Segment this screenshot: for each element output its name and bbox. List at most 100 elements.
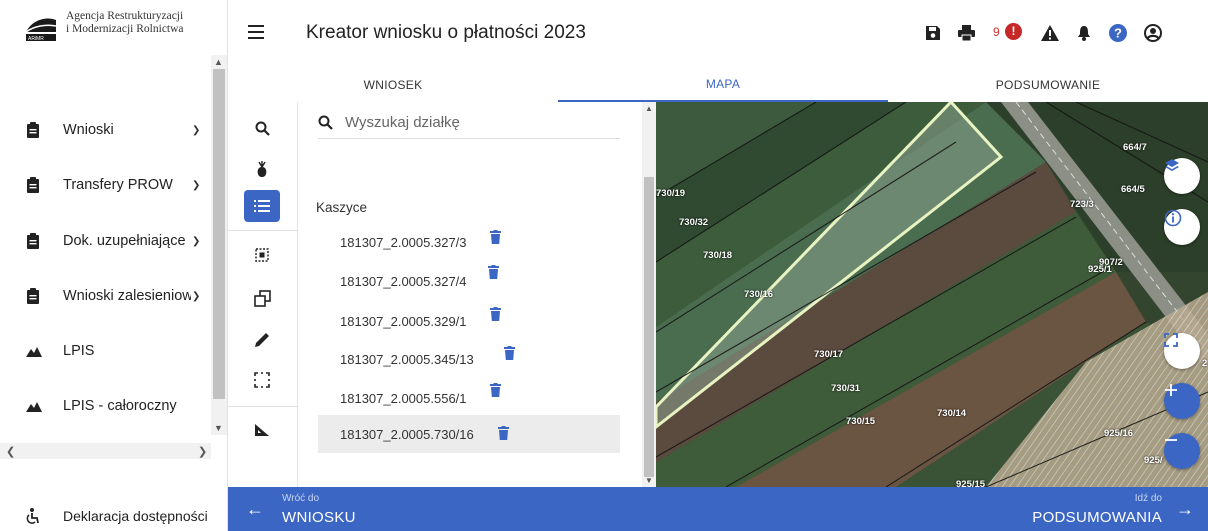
toolbar-divider xyxy=(228,406,298,407)
arrow-left-icon: ← xyxy=(246,499,264,519)
panel-scrollbar[interactable]: ▲ ▼ xyxy=(642,102,656,487)
error-icon[interactable]: ! xyxy=(1005,23,1022,40)
parcel-row[interactable]: 181307_2.0005.556/1 xyxy=(318,380,620,416)
sidebar-item-lpis-caloroczny[interactable]: LPIS - całoroczny xyxy=(0,386,210,426)
agency-logo[interactable]: ARiMR Agencja Restrukturyzacji i Moderni… xyxy=(24,10,184,44)
sidebar-vertical-scrollbar[interactable]: ▲ ▼ xyxy=(211,55,227,435)
hamburger-menu-icon[interactable] xyxy=(248,25,264,39)
zoom-out-icon xyxy=(1165,439,1177,441)
sidebar-horizontal-scrollbar[interactable]: ❮ ❯ xyxy=(0,443,211,459)
help-icon[interactable]: ? xyxy=(1108,22,1128,44)
scroll-right-icon[interactable]: ❯ xyxy=(198,445,207,458)
zoom-in-icon xyxy=(1165,384,1177,396)
parcel-id: 181307_2.0005.327/3 xyxy=(340,234,467,250)
select-area-icon[interactable] xyxy=(244,239,280,271)
svg-text:?: ? xyxy=(1114,26,1122,41)
scroll-down-icon[interactable]: ▼ xyxy=(645,476,653,485)
list-icon[interactable] xyxy=(244,190,280,222)
map-parcel-label: 664/7 xyxy=(1123,142,1147,153)
parcel-row[interactable]: 181307_2.0005.345/13 xyxy=(318,341,620,377)
map-parcel-label: 925/1 xyxy=(1088,264,1112,275)
parcel-group-label: Kaszyce xyxy=(316,200,368,215)
pencil-icon[interactable] xyxy=(244,324,280,356)
parcel-row-selected[interactable]: 181307_2.0005.730/16 xyxy=(318,415,620,453)
crop-icon[interactable] xyxy=(244,364,280,396)
sidebar-item-wnioski[interactable]: Wnioski ❯ xyxy=(0,110,210,150)
chevron-down-icon: ❯ xyxy=(192,235,201,247)
clipboard-icon xyxy=(27,177,39,193)
info-button[interactable] xyxy=(1164,209,1200,245)
search-icon xyxy=(318,115,333,130)
save-icon[interactable] xyxy=(923,22,943,44)
accessibility-declaration-link[interactable]: Deklaracja dostępności xyxy=(0,500,228,531)
map-toolbar xyxy=(228,102,298,487)
map-parcel-label: 730/18 xyxy=(703,250,733,261)
warning-icon[interactable] xyxy=(1040,22,1060,44)
parcel-panel: Kaszyce 181307_2.0005.327/3 181307_2.000… xyxy=(298,102,656,487)
map-parcel-label: 730/15 xyxy=(846,416,876,427)
trash-icon[interactable] xyxy=(490,307,501,321)
search-icon[interactable] xyxy=(244,112,280,144)
header: Kreator wniosku o płatności 2023 9 ! ? xyxy=(228,0,1208,68)
tab-mapa[interactable]: MAPA xyxy=(558,68,888,102)
scroll-left-icon[interactable]: ❮ xyxy=(6,445,15,458)
parcel-row[interactable]: 181307_2.0005.327/3 xyxy=(318,224,620,260)
print-icon[interactable] xyxy=(956,22,976,44)
scroll-up-icon[interactable]: ▲ xyxy=(645,104,653,113)
trash-icon[interactable] xyxy=(490,383,501,397)
clipboard-icon xyxy=(27,233,39,249)
tab-wniosek[interactable]: WNIOSEK xyxy=(228,68,558,102)
map-view[interactable]: 664/7 664/5 723/3 6 730/19 730/32 730/18… xyxy=(656,102,1208,487)
clipboard-icon xyxy=(27,288,39,304)
scroll-down-icon[interactable]: ▼ xyxy=(214,423,223,433)
sidebar-item-label: Wnioski xyxy=(63,122,114,138)
trash-icon[interactable] xyxy=(490,230,501,244)
sidebar-item-wnioski-zalesieniowe[interactable]: Wnioski zalesieniowe ❯ xyxy=(0,276,210,316)
map-parcel-label: 925/ xyxy=(1144,455,1163,466)
copy-icon[interactable] xyxy=(244,282,280,314)
scroll-up-icon[interactable]: ▲ xyxy=(214,57,223,67)
toolbar-divider xyxy=(228,230,298,231)
layers-button[interactable] xyxy=(1164,158,1200,194)
tab-podsumowanie[interactable]: PODSUMOWANIE xyxy=(888,68,1208,102)
zoom-out-button[interactable] xyxy=(1164,433,1200,469)
chevron-down-icon: ❯ xyxy=(192,124,201,136)
map-parcel-label: 730/17 xyxy=(814,349,844,360)
accessibility-icon xyxy=(26,508,39,524)
chevron-down-icon: ❯ xyxy=(192,290,201,302)
fullscreen-button[interactable] xyxy=(1164,333,1200,369)
parcel-row[interactable]: 181307_2.0005.329/1 xyxy=(318,303,620,339)
trash-icon[interactable] xyxy=(488,265,499,279)
sidebar-item-dok-uzupelniajace[interactable]: Dok. uzupełniające ❯ xyxy=(0,221,210,261)
measure-icon[interactable] xyxy=(244,414,280,446)
back-button[interactable]: ← Wróć do WNIOSKU xyxy=(228,487,428,531)
scrollbar-thumb[interactable] xyxy=(213,69,225,399)
zoom-in-button[interactable] xyxy=(1164,383,1200,419)
map-parcel-label: 723/3 xyxy=(1070,199,1094,210)
app-root: ARiMR Agencja Restrukturyzacji i Moderni… xyxy=(0,0,1208,531)
map-parcel-label: 2 xyxy=(1202,358,1208,369)
back-hint: Wróć do xyxy=(282,493,320,504)
clipboard-icon xyxy=(27,122,39,138)
mountain-icon xyxy=(26,347,42,357)
wizard-footer: ← Wróć do WNIOSKU Idź do PODSUMOWANIA → xyxy=(228,487,1208,531)
trash-icon[interactable] xyxy=(504,346,515,360)
bell-icon[interactable] xyxy=(1074,22,1094,44)
scrollbar-thumb[interactable] xyxy=(644,177,654,477)
parcel-search-input[interactable] xyxy=(345,114,605,131)
user-icon[interactable] xyxy=(1143,22,1163,44)
sidebar-item-transfery[interactable]: Transfery PROW ❯ xyxy=(0,165,210,205)
sidebar-item-label: Transfery PROW xyxy=(63,177,173,193)
sidebar-item-lpis[interactable]: LPIS xyxy=(0,331,210,371)
map-parcel-label: 664/5 xyxy=(1121,184,1145,195)
plant-icon[interactable] xyxy=(244,154,280,186)
mountain-icon xyxy=(26,402,42,412)
sidebar: ARiMR Agencja Restrukturyzacji i Moderni… xyxy=(0,0,228,531)
trash-icon[interactable] xyxy=(498,426,509,440)
error-count: 9 xyxy=(993,25,1000,39)
map-parcel-label: 730/31 xyxy=(831,383,861,394)
parcel-id: 181307_2.0005.345/13 xyxy=(340,351,474,367)
parcel-row[interactable]: 181307_2.0005.327/4 xyxy=(318,263,620,299)
parcel-id: 181307_2.0005.730/16 xyxy=(340,426,474,442)
next-button[interactable]: Idź do PODSUMOWANIA → xyxy=(968,487,1208,531)
